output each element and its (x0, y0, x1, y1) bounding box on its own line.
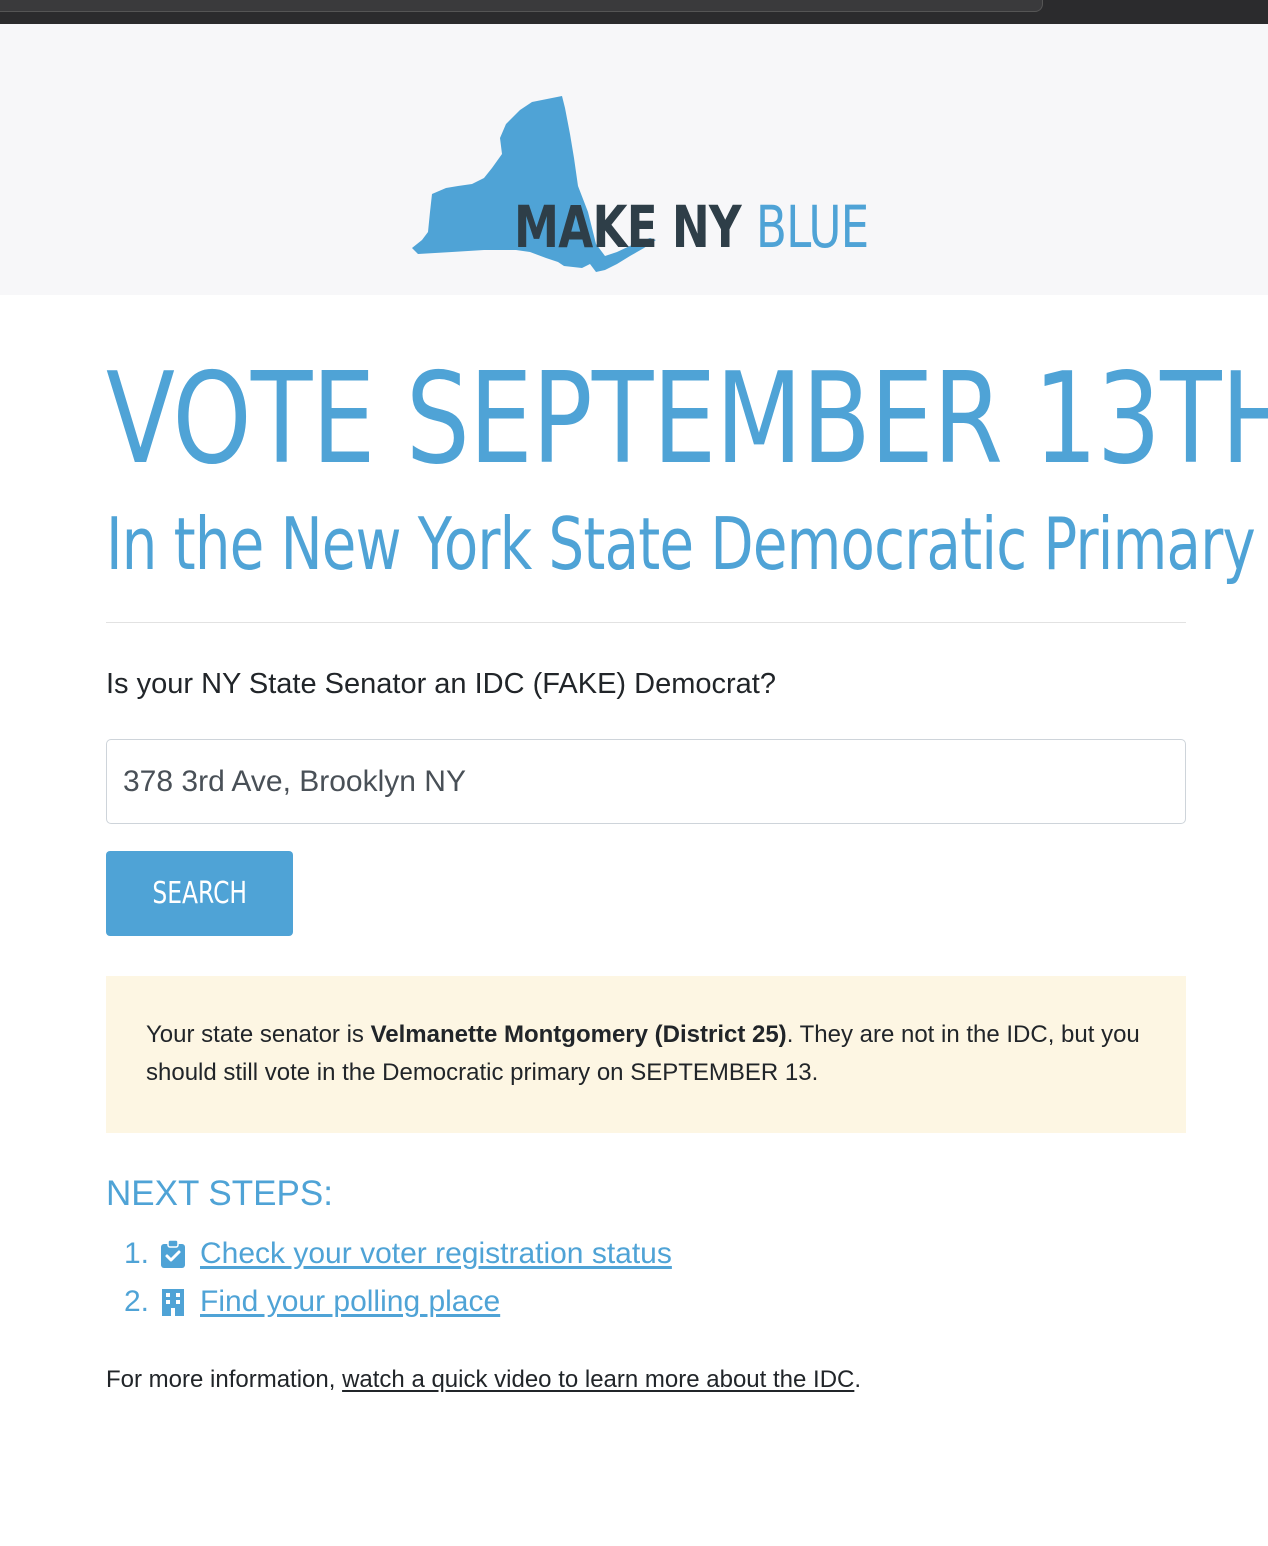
browser-tab (0, 0, 1043, 12)
browser-top-bar (0, 0, 1268, 24)
page-subtitle: In the New York State Democratic Primary (106, 502, 1256, 586)
search-question: Is your NY State Senator an IDC (FAKE) D… (106, 668, 776, 700)
more-info-prefix: For more information, (106, 1366, 343, 1393)
result-prefix: Your state senator is (146, 1021, 371, 1048)
logo-text-dark: MAKE NY (514, 193, 742, 261)
search-button-label: SEARCH (152, 876, 247, 911)
list-item: 2. Find your polling place (124, 1278, 672, 1326)
voter-registration-link[interactable]: Check your voter registration status (200, 1237, 672, 1271)
clipboard-check-icon (161, 1240, 185, 1268)
more-info-text: For more information, watch a quick vide… (106, 1366, 861, 1394)
result-alert: Your state senator is Velmanette Montgom… (106, 976, 1186, 1133)
polling-place-link[interactable]: Find your polling place (200, 1285, 500, 1319)
site-logo[interactable]: MAKE NY BLUE (412, 94, 882, 274)
step-number: 1. (124, 1237, 150, 1270)
building-icon (162, 1289, 184, 1316)
page-title: VOTE SEPTEMBER 13TH (106, 345, 1268, 492)
more-info-suffix: . (854, 1366, 862, 1393)
idc-video-link[interactable]: watch a quick video to learn more about … (342, 1366, 854, 1393)
list-item: 1. Check your voter registration status (124, 1230, 672, 1278)
senator-name: Velmanette Montgomery (District 25) (370, 1021, 787, 1048)
logo-text-blue: BLUE (755, 193, 869, 261)
next-steps-list: 1. Check your voter registration status … (124, 1230, 672, 1326)
next-steps-heading: NEXT STEPS: (106, 1174, 333, 1213)
hero: VOTE SEPTEMBER 13TH In the New York Stat… (106, 345, 1268, 581)
site-header: MAKE NY BLUE (0, 24, 1268, 295)
section-divider (106, 622, 1186, 623)
logo-wordmark: MAKE NY BLUE (514, 198, 869, 256)
step-number: 2. (124, 1285, 150, 1318)
search-button[interactable]: SEARCH (106, 851, 293, 936)
address-input[interactable] (106, 739, 1186, 824)
